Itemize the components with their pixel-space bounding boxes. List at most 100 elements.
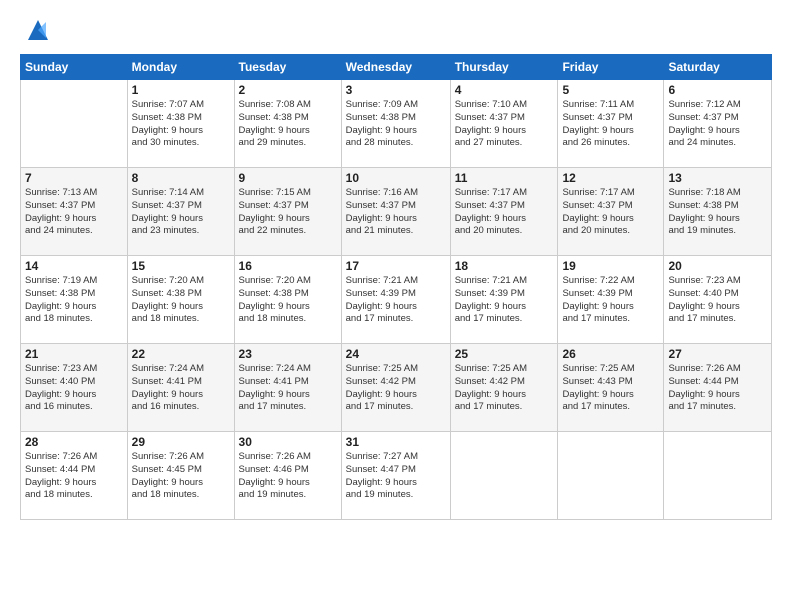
day-number: 7 (25, 171, 123, 185)
day-info: Sunrise: 7:23 AM Sunset: 4:40 PM Dayligh… (668, 275, 767, 326)
day-info: Sunrise: 7:09 AM Sunset: 4:38 PM Dayligh… (346, 99, 446, 150)
calendar-cell: 16 Sunrise: 7:20 AM Sunset: 4:38 PM Dayli… (234, 256, 341, 344)
calendar-cell: 24 Sunrise: 7:25 AM Sunset: 4:42 PM Dayli… (341, 344, 450, 432)
calendar-cell: 26 Sunrise: 7:25 AM Sunset: 4:43 PM Dayli… (558, 344, 664, 432)
day-number: 3 (346, 83, 446, 97)
day-number: 21 (25, 347, 123, 361)
calendar-cell: 23 Sunrise: 7:24 AM Sunset: 4:41 PM Dayli… (234, 344, 341, 432)
calendar-cell: 21 Sunrise: 7:23 AM Sunset: 4:40 PM Dayli… (21, 344, 128, 432)
calendar-cell: 29 Sunrise: 7:26 AM Sunset: 4:45 PM Dayli… (127, 432, 234, 520)
day-number: 28 (25, 435, 123, 449)
day-info: Sunrise: 7:26 AM Sunset: 4:44 PM Dayligh… (668, 363, 767, 414)
calendar-cell: 2Sunrise: 7:08 AM Sunset: 4:38 PM Daylig… (234, 80, 341, 168)
day-info: Sunrise: 7:25 AM Sunset: 4:43 PM Dayligh… (562, 363, 659, 414)
day-number: 8 (132, 171, 230, 185)
calendar-header-tuesday: Tuesday (234, 55, 341, 80)
calendar-week-row: 28 Sunrise: 7:26 AM Sunset: 4:44 PM Dayli… (21, 432, 772, 520)
calendar-cell: 11Sunrise: 7:17 AM Sunset: 4:37 PM Dayli… (450, 168, 558, 256)
day-number: 19 (562, 259, 659, 273)
logo (20, 16, 52, 44)
day-number: 14 (25, 259, 123, 273)
calendar-cell: 28 Sunrise: 7:26 AM Sunset: 4:44 PM Dayli… (21, 432, 128, 520)
calendar-week-row: 7 Sunrise: 7:13 AM Sunset: 4:37 PM Daylig… (21, 168, 772, 256)
day-number: 4 (455, 83, 554, 97)
day-number: 18 (455, 259, 554, 273)
day-info: Sunrise: 7:25 AM Sunset: 4:42 PM Dayligh… (346, 363, 446, 414)
day-number: 1 (132, 83, 230, 97)
day-number: 10 (346, 171, 446, 185)
day-number: 23 (239, 347, 337, 361)
day-info: Sunrise: 7:17 AM Sunset: 4:37 PM Dayligh… (562, 187, 659, 238)
calendar-cell: 14Sunrise: 7:19 AM Sunset: 4:38 PM Dayli… (21, 256, 128, 344)
day-number: 17 (346, 259, 446, 273)
calendar-cell: 4 Sunrise: 7:10 AM Sunset: 4:37 PM Daylig… (450, 80, 558, 168)
day-number: 13 (668, 171, 767, 185)
calendar-header-saturday: Saturday (664, 55, 772, 80)
day-number: 6 (668, 83, 767, 97)
calendar-cell: 20 Sunrise: 7:23 AM Sunset: 4:40 PM Dayli… (664, 256, 772, 344)
day-info: Sunrise: 7:11 AM Sunset: 4:37 PM Dayligh… (562, 99, 659, 150)
day-info: Sunrise: 7:26 AM Sunset: 4:44 PM Dayligh… (25, 451, 123, 502)
calendar-cell: 5 Sunrise: 7:11 AM Sunset: 4:37 PM Daylig… (558, 80, 664, 168)
calendar-cell: 1Sunrise: 7:07 AM Sunset: 4:38 PM Daylig… (127, 80, 234, 168)
day-info: Sunrise: 7:23 AM Sunset: 4:40 PM Dayligh… (25, 363, 123, 414)
calendar-cell: 7 Sunrise: 7:13 AM Sunset: 4:37 PM Daylig… (21, 168, 128, 256)
logo-icon (24, 16, 52, 44)
calendar-cell: 12 Sunrise: 7:17 AM Sunset: 4:37 PM Dayli… (558, 168, 664, 256)
day-number: 29 (132, 435, 230, 449)
day-number: 25 (455, 347, 554, 361)
calendar-cell (21, 80, 128, 168)
day-number: 5 (562, 83, 659, 97)
day-info: Sunrise: 7:10 AM Sunset: 4:37 PM Dayligh… (455, 99, 554, 150)
header (20, 16, 772, 44)
calendar-week-row: 21 Sunrise: 7:23 AM Sunset: 4:40 PM Dayli… (21, 344, 772, 432)
calendar-cell: 13 Sunrise: 7:18 AM Sunset: 4:38 PM Dayli… (664, 168, 772, 256)
calendar-cell (558, 432, 664, 520)
calendar-week-row: 1Sunrise: 7:07 AM Sunset: 4:38 PM Daylig… (21, 80, 772, 168)
calendar-cell: 31Sunrise: 7:27 AM Sunset: 4:47 PM Dayli… (341, 432, 450, 520)
calendar-cell: 30 Sunrise: 7:26 AM Sunset: 4:46 PM Dayli… (234, 432, 341, 520)
day-number: 15 (132, 259, 230, 273)
page: SundayMondayTuesdayWednesdayThursdayFrid… (0, 0, 792, 612)
day-number: 31 (346, 435, 446, 449)
calendar-cell: 27 Sunrise: 7:26 AM Sunset: 4:44 PM Dayli… (664, 344, 772, 432)
day-number: 2 (239, 83, 337, 97)
calendar-cell: 3 Sunrise: 7:09 AM Sunset: 4:38 PM Daylig… (341, 80, 450, 168)
calendar-header-thursday: Thursday (450, 55, 558, 80)
calendar-cell: 6 Sunrise: 7:12 AM Sunset: 4:37 PM Daylig… (664, 80, 772, 168)
day-info: Sunrise: 7:12 AM Sunset: 4:37 PM Dayligh… (668, 99, 767, 150)
calendar-header-row: SundayMondayTuesdayWednesdayThursdayFrid… (21, 55, 772, 80)
day-number: 26 (562, 347, 659, 361)
calendar-cell: 10Sunrise: 7:16 AM Sunset: 4:37 PM Dayli… (341, 168, 450, 256)
calendar-cell: 19 Sunrise: 7:22 AM Sunset: 4:39 PM Dayli… (558, 256, 664, 344)
calendar-header-monday: Monday (127, 55, 234, 80)
day-number: 22 (132, 347, 230, 361)
day-number: 30 (239, 435, 337, 449)
day-info: Sunrise: 7:13 AM Sunset: 4:37 PM Dayligh… (25, 187, 123, 238)
calendar-cell: 8Sunrise: 7:14 AM Sunset: 4:37 PM Daylig… (127, 168, 234, 256)
calendar-cell: 9Sunrise: 7:15 AM Sunset: 4:37 PM Daylig… (234, 168, 341, 256)
day-info: Sunrise: 7:21 AM Sunset: 4:39 PM Dayligh… (455, 275, 554, 326)
calendar-cell: 15 Sunrise: 7:20 AM Sunset: 4:38 PM Dayli… (127, 256, 234, 344)
day-number: 16 (239, 259, 337, 273)
day-info: Sunrise: 7:20 AM Sunset: 4:38 PM Dayligh… (132, 275, 230, 326)
day-info: Sunrise: 7:24 AM Sunset: 4:41 PM Dayligh… (239, 363, 337, 414)
day-info: Sunrise: 7:26 AM Sunset: 4:45 PM Dayligh… (132, 451, 230, 502)
calendar-cell (450, 432, 558, 520)
day-info: Sunrise: 7:22 AM Sunset: 4:39 PM Dayligh… (562, 275, 659, 326)
calendar-cell: 25Sunrise: 7:25 AM Sunset: 4:42 PM Dayli… (450, 344, 558, 432)
day-info: Sunrise: 7:26 AM Sunset: 4:46 PM Dayligh… (239, 451, 337, 502)
calendar-cell (664, 432, 772, 520)
calendar-header-wednesday: Wednesday (341, 55, 450, 80)
day-number: 24 (346, 347, 446, 361)
day-number: 27 (668, 347, 767, 361)
calendar-header-sunday: Sunday (21, 55, 128, 80)
calendar-cell: 22 Sunrise: 7:24 AM Sunset: 4:41 PM Dayli… (127, 344, 234, 432)
day-number: 12 (562, 171, 659, 185)
day-info: Sunrise: 7:18 AM Sunset: 4:38 PM Dayligh… (668, 187, 767, 238)
day-info: Sunrise: 7:20 AM Sunset: 4:38 PM Dayligh… (239, 275, 337, 326)
day-info: Sunrise: 7:24 AM Sunset: 4:41 PM Dayligh… (132, 363, 230, 414)
day-number: 20 (668, 259, 767, 273)
calendar-table: SundayMondayTuesdayWednesdayThursdayFrid… (20, 54, 772, 520)
day-info: Sunrise: 7:21 AM Sunset: 4:39 PM Dayligh… (346, 275, 446, 326)
